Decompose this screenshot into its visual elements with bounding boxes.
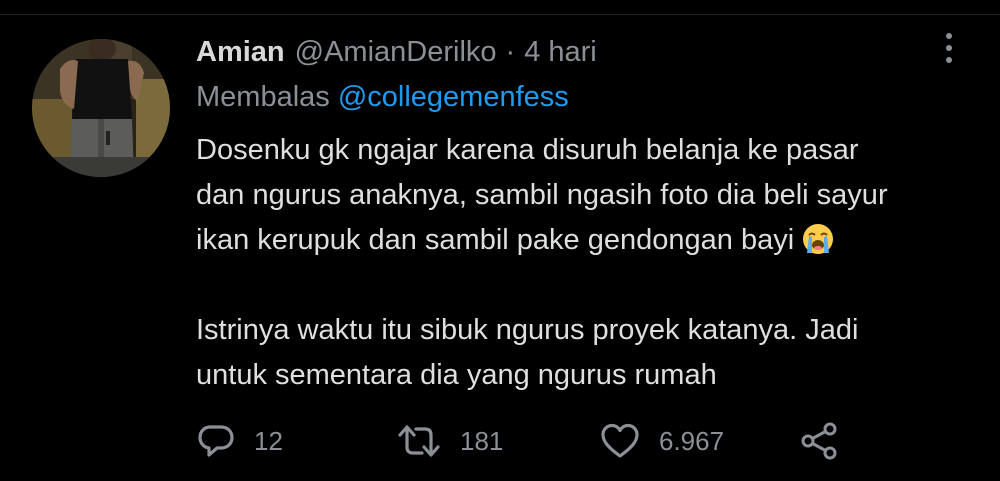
reply-button[interactable]: 12 — [196, 416, 283, 466]
like-count: 6.967 — [659, 425, 725, 456]
like-button[interactable]: 6.967 — [599, 416, 724, 466]
reply-count: 12 — [254, 425, 283, 456]
more-vertical-icon — [946, 57, 952, 63]
retweet-icon — [396, 421, 442, 461]
reply-mention-link[interactable]: @collegemenfess — [338, 81, 569, 113]
heart-icon — [599, 421, 641, 461]
tweet-text-line: untuk sementara dia yang ngurus rumah — [196, 359, 717, 391]
display-name[interactable]: Amian — [196, 30, 285, 74]
avatar-photo — [32, 39, 170, 177]
avatar[interactable] — [32, 39, 170, 177]
tweet-header: Amian @AmianDerilko · 4 hari — [196, 30, 597, 74]
tweet[interactable]: Amian @AmianDerilko · 4 hari Membalas @c… — [0, 0, 1000, 481]
more-options-button[interactable] — [932, 30, 966, 66]
reply-context: Membalas @collegemenfess — [196, 77, 569, 117]
separator-dot: · — [505, 36, 516, 68]
more-vertical-icon — [946, 45, 952, 51]
retweet-button[interactable]: 181 — [396, 416, 503, 466]
retweet-count: 181 — [460, 425, 504, 456]
more-vertical-icon — [946, 33, 952, 39]
reply-prefix: Membalas — [196, 81, 330, 113]
tweet-text-line: dan ngurus anaknya, sambil ngasih foto d… — [196, 179, 888, 211]
handle[interactable]: @AmianDerilko — [295, 30, 497, 74]
tweet-text-line: ikan kerupuk dan sambil pake gendongan b… — [196, 218, 986, 269]
reply-bubble-icon — [196, 421, 236, 461]
loudly-crying-face-icon — [802, 223, 834, 269]
tweet-text-segment: ikan kerupuk dan sambil pake gendongan b… — [196, 224, 795, 256]
share-button[interactable] — [800, 416, 840, 466]
timestamp[interactable]: 4 hari — [524, 30, 597, 74]
tweet-text-line: Dosenku gk ngajar karena disuruh belanja… — [196, 134, 859, 166]
share-icon — [800, 421, 840, 461]
tweet-actions: 12 181 6.967 — [196, 416, 896, 466]
tweet-text-line: Istrinya waktu itu sibuk ngurus proyek k… — [196, 314, 859, 346]
